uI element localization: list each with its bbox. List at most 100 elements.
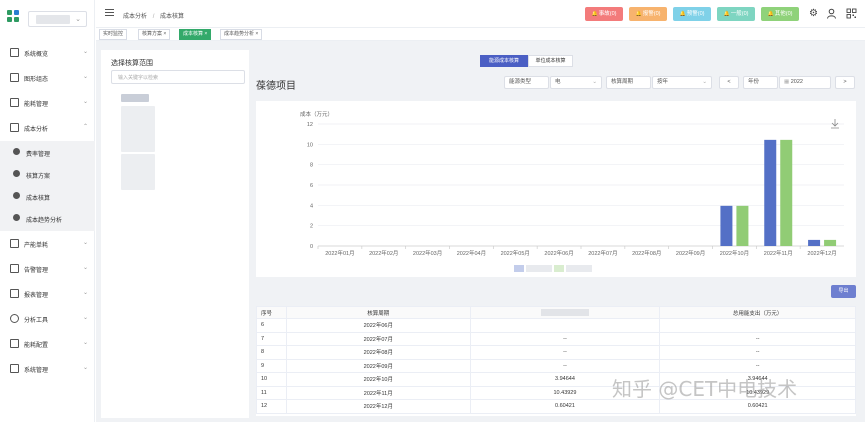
other-alert-button[interactable]: 🔔其他(0) xyxy=(761,7,799,21)
table-row: 6 2022年06月 xyxy=(256,318,856,333)
x-tick-label: 2022年10月 xyxy=(720,249,749,257)
alarm-icon xyxy=(10,264,19,273)
sidebar-item-label: 图形组态 xyxy=(24,77,49,83)
next-year-button[interactable]: > xyxy=(835,76,855,89)
sidebar: ⌄ 系统概览 ⌄ 图形组态 ⌄ 能耗管理 ⌄ 成本分析 ⌃ 费率管理 核算方案 … xyxy=(0,0,95,422)
sidebar-item-system[interactable]: 系统管理 ⌄ xyxy=(0,358,95,380)
cell-index: 7 xyxy=(256,331,287,346)
export-button[interactable]: 导出 xyxy=(831,285,856,298)
energy-type-label: 能源类型 xyxy=(504,76,549,89)
scope-panel: 选择核算范围 输入关键字以检索 xyxy=(101,50,249,418)
cell-period: 2022年09月 xyxy=(285,358,471,373)
sidebar-item-energy-config[interactable]: 能耗配置 ⌄ xyxy=(0,333,95,355)
legend-swatch xyxy=(514,265,524,272)
gear-icon[interactable]: ⚙ xyxy=(808,8,819,19)
table-row: 8 2022年08月 -- -- xyxy=(256,345,856,360)
sidebar-item-label: 成本分析 xyxy=(24,127,49,133)
tab-label: 实时监控 xyxy=(103,31,124,37)
cell-total xyxy=(659,318,856,333)
diagram-icon xyxy=(10,73,19,82)
x-tick-label: 2022年02月 xyxy=(369,249,398,257)
user-icon[interactable] xyxy=(826,8,837,19)
energy-cost-tab[interactable]: 能源成本核算 xyxy=(480,55,528,67)
capacity-icon xyxy=(10,239,19,248)
sidebar-item-reports[interactable]: 报表管理 ⌄ xyxy=(0,283,95,305)
tab-accounting-scheme[interactable]: 核算方案 × xyxy=(138,29,171,40)
gear-icon xyxy=(13,192,20,199)
x-tick-label: 2022年03月 xyxy=(413,249,442,257)
chevron-down-icon: ⌄ xyxy=(82,315,88,321)
alarm-alert-button[interactable]: 🔔报警(0) xyxy=(629,7,667,21)
legend-swatch xyxy=(554,265,564,272)
close-icon[interactable]: × xyxy=(204,31,207,37)
cell-period: 2022年06月 xyxy=(285,318,471,333)
sidebar-item-overview[interactable]: 系统概览 ⌄ xyxy=(0,42,95,64)
x-tick-label: 2022年07月 xyxy=(588,249,617,257)
y-tick-label: 10 xyxy=(307,142,313,148)
sidebar-item-label: 系统管理 xyxy=(24,368,49,374)
gear-icon xyxy=(13,170,20,177)
tab-label: 成本趋势分析 xyxy=(224,31,255,37)
scope-panel-title: 选择核算范围 xyxy=(111,60,153,67)
bar xyxy=(780,139,793,246)
year-label: 年份 xyxy=(743,76,778,89)
close-icon[interactable]: × xyxy=(163,31,166,37)
redacted-header xyxy=(540,309,589,316)
year-picker[interactable]: ▦ 2022 xyxy=(779,76,831,89)
tab-cost-accounting[interactable]: 成本核算 × xyxy=(179,29,212,40)
cell-index: 6 xyxy=(256,318,287,333)
scope-search-input[interactable]: 输入关键字以检索 xyxy=(111,70,245,84)
tab-realtime-monitor[interactable]: 实时监控 xyxy=(99,29,128,40)
prev-year-button[interactable]: < xyxy=(719,76,739,89)
tree-node-redacted[interactable] xyxy=(121,106,155,152)
watermark: 知乎 @CET中电技术 xyxy=(612,377,798,401)
tree-node-redacted[interactable] xyxy=(121,94,149,102)
submenu-item-rate[interactable]: 费率管理 xyxy=(0,141,95,163)
submenu-item-cost-accounting[interactable]: 成本核算 xyxy=(0,185,95,207)
y-tick-label: 6 xyxy=(310,183,313,189)
close-icon[interactable]: × xyxy=(255,31,258,37)
breadcrumb-current: 成本核算 xyxy=(160,14,185,20)
menu-fold-icon[interactable] xyxy=(105,9,114,17)
x-tick-label: 2022年04月 xyxy=(457,249,486,257)
calendar-icon: ▦ xyxy=(784,79,791,85)
table-header-row: 序号 核算周期 总用能支出（万元） xyxy=(256,306,856,319)
cell-value xyxy=(469,318,661,333)
sidebar-item-alarm[interactable]: 告警管理 ⌄ xyxy=(0,258,95,280)
sidebar-item-tools[interactable]: 分析工具 ⌄ xyxy=(0,308,95,330)
bar xyxy=(736,205,749,246)
x-tick-label: 2022年09月 xyxy=(676,249,705,257)
submenu-item-scheme[interactable]: 核算方案 xyxy=(0,163,95,185)
submenu-item-label: 成本核算 xyxy=(26,196,51,202)
cell-total: -- xyxy=(659,345,856,360)
qrcode-icon[interactable] xyxy=(846,8,857,19)
tab-cost-trend[interactable]: 成本趋势分析 × xyxy=(220,29,263,40)
cell-period: 2022年07月 xyxy=(285,331,471,346)
incident-alert-button[interactable]: 🔔事故(0) xyxy=(585,7,623,21)
period-select[interactable]: 按年 ⌄ xyxy=(652,76,712,89)
sidebar-item-cost-analysis[interactable]: 成本分析 ⌃ xyxy=(0,117,95,139)
project-select[interactable]: ⌄ xyxy=(28,11,87,27)
general-alert-button[interactable]: 🔔一般(0) xyxy=(717,7,755,21)
cell-value: -- xyxy=(469,345,661,360)
tree-node-redacted[interactable] xyxy=(121,154,155,190)
cost-analysis-submenu: 费率管理 核算方案 成本核算 成本趋势分析 xyxy=(0,141,95,231)
energy-type-select[interactable]: 电 ⌄ xyxy=(550,76,602,89)
filter-label: 能源类型 xyxy=(509,79,532,85)
sidebar-item-graphics[interactable]: 图形组态 ⌄ xyxy=(0,67,95,89)
chevron-down-icon: ⌄ xyxy=(75,16,81,23)
warning-alert-button[interactable]: 🔔预警(0) xyxy=(673,7,711,21)
bar xyxy=(808,239,821,246)
legend-label-redacted xyxy=(566,265,592,272)
y-axis-label: 成本（万元） xyxy=(300,110,333,118)
sidebar-item-energy[interactable]: 能耗管理 ⌄ xyxy=(0,92,95,114)
tab-bar: 实时监控 核算方案 × 成本核算 × 成本趋势分析 × xyxy=(96,28,865,41)
sidebar-item-capacity[interactable]: 产能单耗 ⌄ xyxy=(0,233,95,255)
submenu-item-trend[interactable]: 成本趋势分析 xyxy=(0,207,95,229)
cell-period: 2022年08月 xyxy=(285,345,471,360)
breadcrumb-item[interactable]: 成本分析 xyxy=(123,14,147,20)
page-title: 葆德项目 xyxy=(256,81,296,92)
y-tick-label: 2 xyxy=(310,224,313,230)
unit-cost-tab[interactable]: 单位成本核算 xyxy=(528,55,573,67)
chevron-down-icon: ⌄ xyxy=(82,240,88,246)
